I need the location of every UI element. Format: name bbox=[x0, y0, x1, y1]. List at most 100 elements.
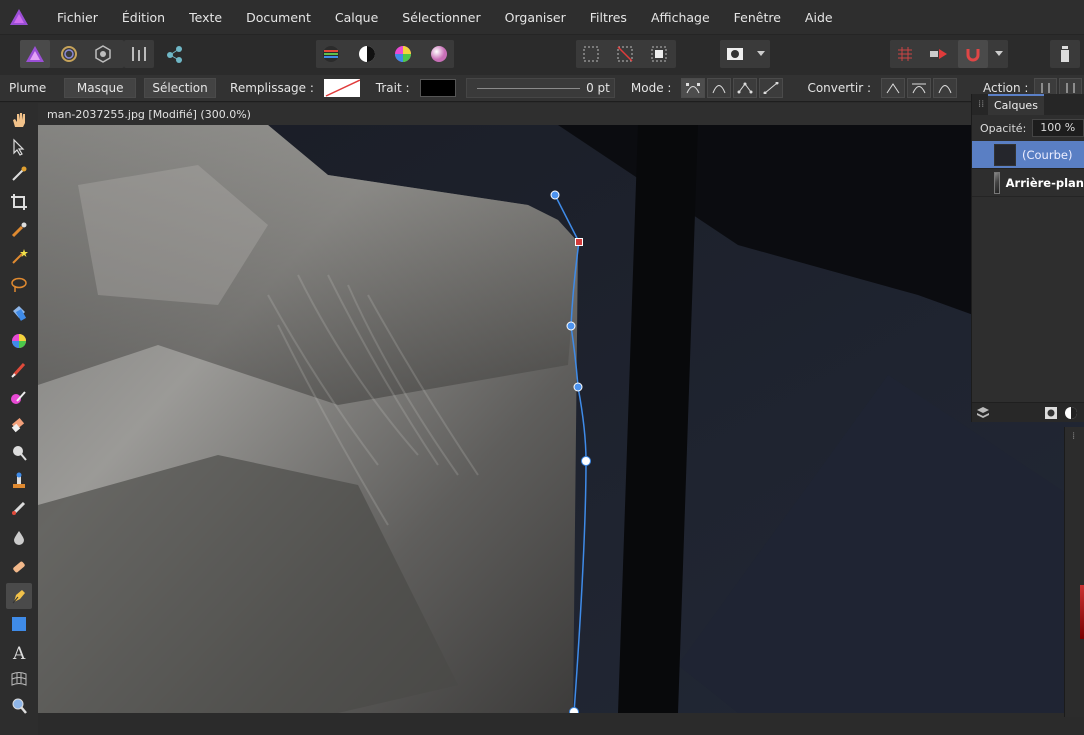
canvas-image[interactable] bbox=[38, 125, 1084, 713]
snapping-group bbox=[890, 40, 1008, 68]
zoom-icon[interactable] bbox=[6, 693, 32, 719]
flood-fill-icon[interactable] bbox=[6, 300, 32, 326]
tool-name-label: Plume bbox=[9, 81, 47, 95]
menu-organiser[interactable]: Organiser bbox=[505, 10, 566, 25]
menu-edition[interactable]: Édition bbox=[122, 10, 165, 25]
invert-selection-icon[interactable] bbox=[644, 40, 674, 68]
magic-wand-icon[interactable] bbox=[6, 244, 32, 270]
selection-button[interactable]: Sélection bbox=[144, 78, 217, 98]
photo-persona-icon[interactable] bbox=[20, 40, 50, 68]
color-replace-icon[interactable] bbox=[6, 384, 32, 410]
dodge-icon[interactable] bbox=[6, 440, 32, 466]
convert-sharp-icon[interactable] bbox=[881, 78, 906, 98]
chevron-down-icon[interactable] bbox=[990, 40, 1008, 68]
magnet-icon[interactable] bbox=[958, 40, 988, 68]
text-icon[interactable]: A bbox=[6, 639, 32, 665]
healing-icon[interactable] bbox=[6, 495, 32, 521]
canvas[interactable] bbox=[38, 125, 1084, 713]
layer-row-background[interactable]: Arrière-plan bbox=[972, 169, 1084, 197]
menu-fichier[interactable]: Fichier bbox=[57, 10, 98, 25]
gradient-sphere-icon[interactable] bbox=[424, 40, 454, 68]
line-mode-icon[interactable] bbox=[759, 78, 784, 98]
crop-icon[interactable] bbox=[6, 189, 32, 215]
selection-group bbox=[576, 40, 676, 68]
main-toolbar bbox=[0, 34, 1084, 74]
paint-brush-icon[interactable] bbox=[6, 356, 32, 382]
menu-calque[interactable]: Calque bbox=[335, 10, 378, 25]
mask-button[interactable]: Masque bbox=[64, 78, 137, 98]
mesh-warp-icon[interactable] bbox=[6, 666, 32, 692]
menu-selectionner[interactable]: Sélectionner bbox=[402, 10, 480, 25]
opacity-field[interactable]: 100 % bbox=[1032, 119, 1084, 137]
patch-icon[interactable] bbox=[6, 554, 32, 580]
selection-brush-icon[interactable] bbox=[6, 217, 32, 243]
layers-panel-header: ⁞⁞ Calques bbox=[972, 94, 1084, 115]
persona-group bbox=[20, 40, 124, 68]
action-label: Action : bbox=[983, 81, 1029, 95]
layers-tab[interactable]: Calques bbox=[988, 94, 1044, 115]
layer-stack-icon[interactable] bbox=[976, 406, 990, 423]
panel-grip-icon[interactable]: ⁞ bbox=[1072, 431, 1075, 442]
mask-layer-icon[interactable] bbox=[1044, 406, 1058, 423]
select-all-icon[interactable] bbox=[576, 40, 606, 68]
svg-text:A: A bbox=[12, 644, 26, 661]
assistant-icon[interactable] bbox=[1050, 40, 1080, 68]
deselect-icon[interactable] bbox=[610, 40, 640, 68]
grid-icon[interactable] bbox=[890, 40, 920, 68]
adjustment-layer-icon[interactable] bbox=[1064, 406, 1078, 423]
menu-texte[interactable]: Texte bbox=[189, 10, 222, 25]
layer-row-curve[interactable]: (Courbe) bbox=[972, 141, 1084, 169]
opacity-label: Opacité: bbox=[980, 121, 1027, 135]
develop-persona-icon[interactable] bbox=[88, 40, 118, 68]
menu-aide[interactable]: Aide bbox=[805, 10, 833, 25]
fill-swatch[interactable] bbox=[323, 79, 360, 97]
layer-name: (Courbe) bbox=[1022, 147, 1073, 162]
color-wheel-icon[interactable] bbox=[388, 40, 418, 68]
force-pixel-icon[interactable] bbox=[924, 40, 954, 68]
eraser-icon[interactable] bbox=[6, 412, 32, 438]
mode-label: Mode : bbox=[630, 81, 672, 95]
layers-footer bbox=[972, 402, 1084, 422]
smart-mode-icon[interactable] bbox=[707, 78, 732, 98]
document-tab[interactable]: man-2037255.jpg [Modifié] (300.0%) bbox=[38, 103, 1084, 125]
convert-smart-icon[interactable] bbox=[933, 78, 958, 98]
menu-filtres[interactable]: Filtres bbox=[590, 10, 627, 25]
document-title: man-2037255.jpg [Modifié] (300.0%) bbox=[47, 108, 251, 121]
menu-document[interactable]: Document bbox=[246, 10, 311, 25]
levels-icon[interactable] bbox=[316, 40, 346, 68]
convert-smooth-icon[interactable] bbox=[907, 78, 932, 98]
mode-buttons bbox=[681, 78, 785, 98]
lasso-icon[interactable] bbox=[6, 272, 32, 298]
stroke-label: Trait : bbox=[375, 81, 410, 95]
layer-name: Arrière-plan bbox=[1005, 175, 1084, 190]
rectangle-icon[interactable] bbox=[6, 611, 32, 637]
quick-mask-icon[interactable] bbox=[720, 40, 750, 68]
black-white-icon[interactable] bbox=[352, 40, 382, 68]
color-picker-icon[interactable] bbox=[6, 161, 32, 187]
pen-mode-icon[interactable] bbox=[681, 78, 706, 98]
move-icon[interactable] bbox=[6, 134, 32, 160]
status-strip bbox=[38, 713, 1084, 735]
menu-affichage[interactable]: Affichage bbox=[651, 10, 710, 25]
adjustment-group bbox=[316, 40, 454, 68]
context-toolbar: Plume Masque Sélection Remplissage : Tra… bbox=[0, 75, 1084, 102]
tone-mapping-persona-icon[interactable] bbox=[124, 40, 154, 68]
chevron-down-icon[interactable] bbox=[752, 40, 770, 68]
blur-icon[interactable] bbox=[6, 525, 32, 551]
affinity-photo-logo-icon[interactable] bbox=[0, 0, 38, 34]
menu-items: Fichier Édition Texte Document Calque Sé… bbox=[38, 10, 857, 25]
export-persona-icon[interactable] bbox=[160, 40, 190, 68]
stroke-width-slider[interactable]: 0 pt bbox=[465, 78, 615, 98]
clone-icon[interactable] bbox=[6, 468, 32, 494]
pen-icon[interactable] bbox=[6, 583, 32, 609]
hand-icon[interactable] bbox=[6, 107, 32, 133]
color-panel: ⁞ bbox=[1064, 427, 1084, 717]
stroke-swatch[interactable] bbox=[419, 79, 456, 97]
color-gradient-strip[interactable] bbox=[1080, 585, 1084, 639]
menu-fenetre[interactable]: Fenêtre bbox=[734, 10, 781, 25]
polygon-mode-icon[interactable] bbox=[733, 78, 758, 98]
layers-panel: ⁞⁞ Calques Opacité: 100 % (Courbe) Arriè… bbox=[971, 94, 1084, 422]
panel-grip-icon[interactable]: ⁞⁞ bbox=[978, 99, 984, 110]
liquify-persona-icon[interactable] bbox=[54, 40, 84, 68]
gradient-icon[interactable] bbox=[6, 328, 32, 354]
